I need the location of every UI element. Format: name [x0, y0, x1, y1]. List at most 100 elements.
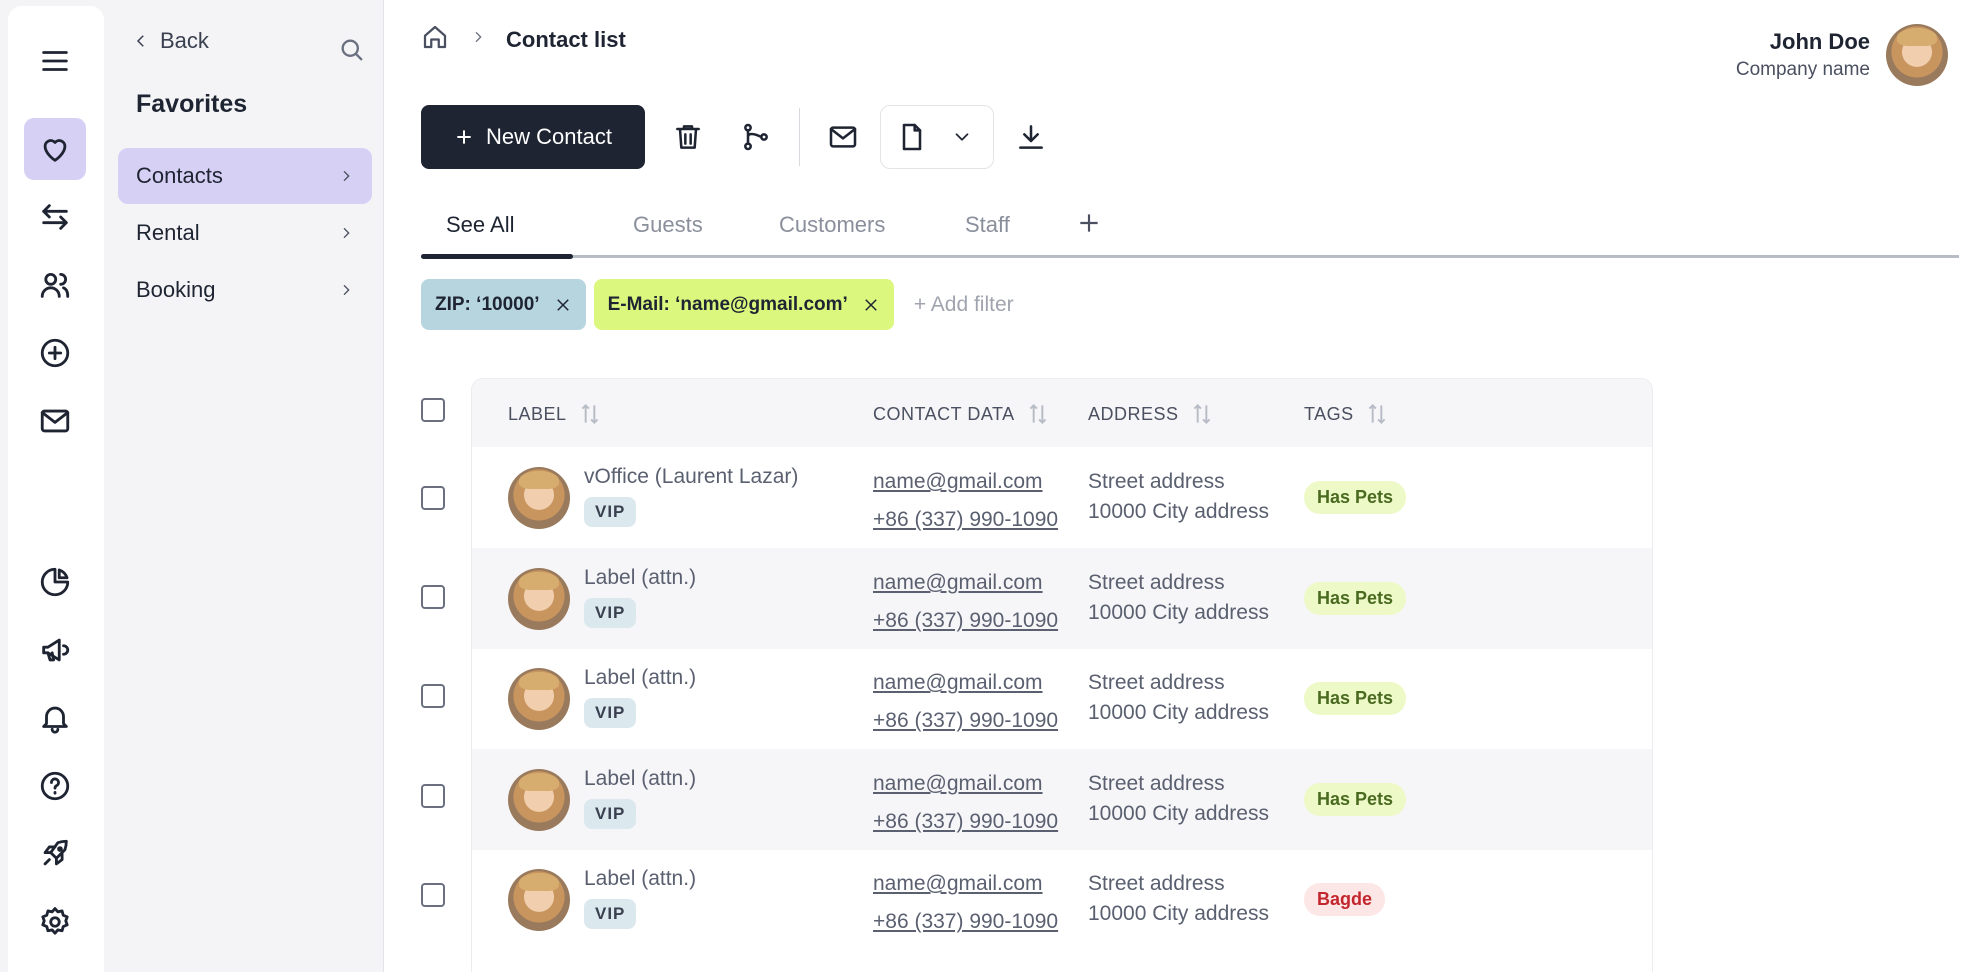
tab-guests[interactable]: Guests	[633, 212, 703, 238]
contacts-table: LABEL CONTACT DATA ADDRESS TAGS vOffice	[471, 378, 1653, 972]
label-cell: Label (attn.) VIP	[508, 867, 696, 931]
close-icon[interactable]	[554, 296, 572, 314]
filter-chip-zip[interactable]: ZIP: ‘10000’	[421, 279, 586, 330]
favorites-item-contacts[interactable]: Contacts	[118, 148, 372, 204]
back-label: Back	[160, 28, 209, 53]
phone-link[interactable]: +86 (337) 990-1090	[873, 602, 1058, 640]
favorites-item-label: Rental	[136, 220, 200, 245]
table-row[interactable]: Label (attn.) VIP name@gmail.com +86 (33…	[472, 749, 1652, 850]
table-row[interactable]: Label (attn.) VIP name@gmail.com +86 (33…	[472, 849, 1652, 950]
download-icon[interactable]	[1002, 105, 1060, 169]
vip-badge: VIP	[584, 899, 637, 929]
favorites-item-booking[interactable]: Booking	[118, 262, 372, 318]
tag-badge[interactable]: Has Pets	[1304, 582, 1407, 615]
table-row[interactable]: vOffice (Laurent Lazar) VIP name@gmail.c…	[472, 447, 1652, 548]
close-icon[interactable]	[862, 296, 880, 314]
contact-label: Label (attn.)	[584, 767, 697, 790]
tab-staff[interactable]: Staff	[965, 212, 1010, 238]
home-icon[interactable]	[420, 22, 450, 57]
pie-chart-icon[interactable]	[24, 551, 86, 613]
avatar[interactable]	[1886, 24, 1948, 86]
phone-link[interactable]: +86 (337) 990-1090	[873, 803, 1058, 841]
city-address: 10000 City address	[1088, 500, 1269, 523]
favorites-item-label: Contacts	[136, 163, 223, 188]
avatar	[508, 769, 570, 831]
column-header-address[interactable]: ADDRESS	[1088, 401, 1215, 427]
tag-badge[interactable]: Has Pets	[1304, 481, 1407, 514]
street-address: Street address	[1088, 470, 1225, 493]
filter-chip-email[interactable]: E-Mail: ‘name@gmail.com’	[593, 279, 894, 330]
add-tab-icon[interactable]	[1076, 210, 1102, 241]
document-dropdown[interactable]	[880, 105, 994, 169]
breadcrumb-current: Contact list	[506, 26, 626, 52]
users-icon[interactable]	[24, 254, 86, 316]
favorites-panel: Back Favorites Contacts Rental Booking	[106, 0, 384, 972]
tab-customers[interactable]: Customers	[779, 212, 885, 238]
document-icon[interactable]	[887, 105, 937, 169]
back-link[interactable]: Back	[132, 28, 209, 54]
mail-icon[interactable]	[814, 105, 872, 169]
tab-bar: See All Guests Customers Staff	[421, 200, 1959, 259]
megaphone-icon[interactable]	[24, 619, 86, 681]
street-address: Street address	[1088, 772, 1225, 795]
city-address: 10000 City address	[1088, 802, 1269, 825]
email-link[interactable]: name@gmail.com	[873, 664, 1058, 702]
add-filter-button[interactable]: + Add filter	[914, 293, 1014, 317]
settings-icon[interactable]	[24, 891, 86, 953]
table-row[interactable]: Label (attn.) VIP name@gmail.com +86 (33…	[472, 548, 1652, 649]
email-link[interactable]: name@gmail.com	[873, 463, 1058, 501]
avatar	[508, 467, 570, 529]
phone-link[interactable]: +86 (337) 990-1090	[873, 903, 1058, 941]
avatar	[508, 869, 570, 931]
row-checkbox[interactable]	[421, 486, 445, 510]
tag-badge[interactable]: Has Pets	[1304, 783, 1407, 816]
favorites-item-label: Booking	[136, 277, 216, 302]
tag-badge[interactable]: Has Pets	[1304, 682, 1407, 715]
column-header-contact-data[interactable]: CONTACT DATA	[873, 401, 1051, 427]
transfer-icon[interactable]	[24, 186, 86, 248]
row-checkbox[interactable]	[421, 684, 445, 708]
plus-circle-icon[interactable]	[24, 322, 86, 384]
chevron-right-icon	[343, 227, 350, 239]
phone-link[interactable]: +86 (337) 990-1090	[873, 702, 1058, 740]
merge-icon[interactable]	[727, 105, 785, 169]
menu-icon[interactable]	[24, 30, 86, 92]
table-row[interactable]: Label (attn.) VIP name@gmail.com +86 (33…	[472, 648, 1652, 749]
rocket-icon[interactable]	[24, 823, 86, 885]
street-address: Street address	[1088, 872, 1225, 895]
label-cell: vOffice (Laurent Lazar) VIP	[508, 465, 798, 529]
chevron-down-icon[interactable]	[937, 105, 987, 169]
filter-chip-label: ZIP: ‘10000’	[435, 293, 540, 315]
address-cell: Street address 10000 City address	[1088, 668, 1269, 728]
heart-icon[interactable]	[24, 118, 86, 180]
user-menu[interactable]: John Doe Company name	[1736, 24, 1948, 86]
select-all-checkbox[interactable]	[421, 398, 445, 422]
column-header-label[interactable]: LABEL	[508, 401, 603, 427]
avatar	[508, 668, 570, 730]
email-link[interactable]: name@gmail.com	[873, 765, 1058, 803]
column-header-tags[interactable]: TAGS	[1304, 401, 1390, 427]
tab-see-all[interactable]: See All	[446, 212, 515, 238]
row-checkbox[interactable]	[421, 784, 445, 808]
trash-icon[interactable]	[659, 105, 717, 169]
favorites-item-rental[interactable]: Rental	[118, 205, 372, 261]
row-checkbox[interactable]	[421, 883, 445, 907]
column-title: ADDRESS	[1088, 403, 1179, 424]
address-cell: Street address 10000 City address	[1088, 568, 1269, 628]
active-tab-indicator	[421, 254, 573, 259]
row-checkbox[interactable]	[421, 585, 445, 609]
new-contact-button[interactable]: New Contact	[421, 105, 645, 169]
contact-data-cell: name@gmail.com +86 (337) 990-1090	[873, 765, 1058, 841]
bell-icon[interactable]	[24, 687, 86, 749]
label-cell: Label (attn.) VIP	[508, 767, 697, 831]
address-cell: Street address 10000 City address	[1088, 467, 1269, 527]
email-link[interactable]: name@gmail.com	[873, 865, 1058, 903]
contact-label: Label (attn.)	[584, 666, 697, 689]
help-icon[interactable]	[24, 755, 86, 817]
search-icon[interactable]	[338, 36, 368, 66]
tag-badge[interactable]: Bagde	[1304, 883, 1386, 916]
mail-icon[interactable]	[24, 390, 86, 452]
email-link[interactable]: name@gmail.com	[873, 564, 1058, 602]
column-title: LABEL	[508, 403, 567, 424]
phone-link[interactable]: +86 (337) 990-1090	[873, 501, 1058, 539]
